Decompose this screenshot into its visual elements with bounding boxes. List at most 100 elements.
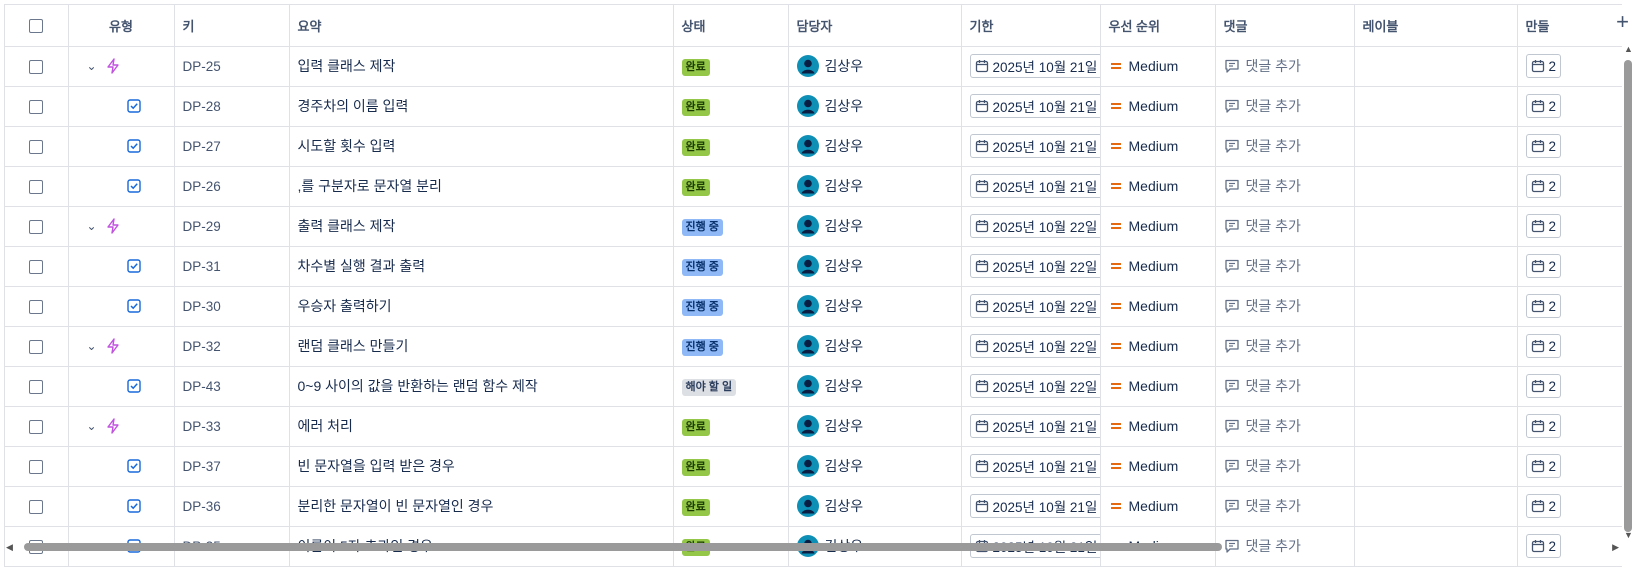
- priority-cell[interactable]: Medium: [1100, 286, 1216, 327]
- status-badge[interactable]: 진행 중: [681, 338, 723, 356]
- issue-summary[interactable]: 랜덤 클래스 만들기: [289, 326, 674, 367]
- row-checkbox[interactable]: [29, 100, 44, 115]
- status-badge[interactable]: 완료: [681, 418, 710, 436]
- assignee-cell[interactable]: 김상우: [788, 366, 962, 407]
- column-header-assignee[interactable]: 담당자: [788, 5, 962, 47]
- table-row[interactable]: DP-36 분리한 문자열이 빈 문자열인 경우 완료 김상우 2025년 10…: [5, 486, 1622, 527]
- table-row[interactable]: DP-43 0~9 사이의 값을 반환하는 랜덤 함수 제작 해야 할 일 김상…: [5, 366, 1622, 407]
- issue-summary[interactable]: 0~9 사이의 값을 반환하는 랜덤 함수 제작: [289, 366, 674, 407]
- due-date-cell[interactable]: 2025년 10월 21일: [961, 86, 1101, 127]
- created-cell[interactable]: 2: [1517, 326, 1622, 367]
- created-cell[interactable]: 2: [1517, 86, 1622, 127]
- table-row[interactable]: ⌄ DP-25 입력 클래스 제작 완료 김상우 2025년 10월 21일 M…: [5, 46, 1622, 87]
- labels-cell[interactable]: [1354, 366, 1518, 407]
- priority-cell[interactable]: Medium: [1100, 446, 1216, 487]
- labels-cell[interactable]: [1354, 486, 1518, 527]
- column-header-priority[interactable]: 우선 순위: [1100, 5, 1216, 47]
- issue-key[interactable]: DP-30: [174, 286, 290, 327]
- column-header-due[interactable]: 기한: [961, 5, 1101, 47]
- labels-cell[interactable]: [1354, 126, 1518, 167]
- assignee-cell[interactable]: 김상우: [788, 46, 962, 87]
- due-date-cell[interactable]: 2025년 10월 21일: [961, 486, 1101, 527]
- comment-cell[interactable]: 댓글 추가: [1215, 486, 1355, 527]
- labels-cell[interactable]: [1354, 326, 1518, 367]
- priority-cell[interactable]: Medium: [1100, 46, 1216, 87]
- issue-key[interactable]: DP-32: [174, 326, 290, 367]
- assignee-cell[interactable]: 김상우: [788, 86, 962, 127]
- column-header-summary[interactable]: 요약: [289, 5, 674, 47]
- comment-cell[interactable]: 댓글 추가: [1215, 366, 1355, 407]
- comment-cell[interactable]: 댓글 추가: [1215, 206, 1355, 247]
- issue-key[interactable]: DP-33: [174, 406, 290, 447]
- row-checkbox[interactable]: [29, 420, 44, 435]
- status-cell[interactable]: 완료: [673, 86, 789, 127]
- status-badge[interactable]: 완료: [681, 178, 710, 196]
- issue-summary[interactable]: 출력 클래스 제작: [289, 206, 674, 247]
- due-date-cell[interactable]: 2025년 10월 22일: [961, 206, 1101, 247]
- add-column-button[interactable]: +: [1616, 11, 1629, 33]
- priority-cell[interactable]: Medium: [1100, 326, 1216, 367]
- row-checkbox[interactable]: [29, 300, 44, 315]
- horizontal-scrollbar[interactable]: ◀ ▶: [4, 541, 1621, 553]
- comment-cell[interactable]: 댓글 추가: [1215, 246, 1355, 287]
- table-row[interactable]: DP-37 빈 문자열을 입력 받은 경우 완료 김상우 2025년 10월 2…: [5, 446, 1622, 487]
- priority-cell[interactable]: Medium: [1100, 246, 1216, 287]
- collapse-chevron-icon[interactable]: ⌄: [83, 59, 101, 73]
- comment-cell[interactable]: 댓글 추가: [1215, 286, 1355, 327]
- issue-summary[interactable]: 경주차의 이름 입력: [289, 86, 674, 127]
- table-row[interactable]: ⌄ DP-29 출력 클래스 제작 진행 중 김상우 2025년 10월 22일…: [5, 206, 1622, 247]
- created-cell[interactable]: 2: [1517, 446, 1622, 487]
- assignee-cell[interactable]: 김상우: [788, 446, 962, 487]
- status-badge[interactable]: 완료: [681, 98, 710, 116]
- select-all-checkbox[interactable]: [29, 19, 44, 34]
- priority-cell[interactable]: Medium: [1100, 366, 1216, 407]
- status-cell[interactable]: 완료: [673, 126, 789, 167]
- assignee-cell[interactable]: 김상우: [788, 326, 962, 367]
- due-date-cell[interactable]: 2025년 10월 22일: [961, 286, 1101, 327]
- issue-summary[interactable]: 차수별 실행 결과 출력: [289, 246, 674, 287]
- assignee-cell[interactable]: 김상우: [788, 126, 962, 167]
- issue-key[interactable]: DP-29: [174, 206, 290, 247]
- priority-cell[interactable]: Medium: [1100, 166, 1216, 207]
- labels-cell[interactable]: [1354, 166, 1518, 207]
- status-badge[interactable]: 진행 중: [681, 298, 723, 316]
- due-date-cell[interactable]: 2025년 10월 22일: [961, 366, 1101, 407]
- status-badge[interactable]: 완료: [681, 498, 710, 516]
- column-header-status[interactable]: 상태: [673, 5, 789, 47]
- column-header-created[interactable]: 만들: [1517, 5, 1622, 47]
- created-cell[interactable]: 2: [1517, 126, 1622, 167]
- comment-cell[interactable]: 댓글 추가: [1215, 126, 1355, 167]
- status-badge[interactable]: 완료: [681, 458, 710, 476]
- column-header-type[interactable]: 유형: [68, 5, 175, 47]
- priority-cell[interactable]: Medium: [1100, 406, 1216, 447]
- table-row[interactable]: ⌄ DP-32 랜덤 클래스 만들기 진행 중 김상우 2025년 10월 22…: [5, 326, 1622, 367]
- issue-summary[interactable]: 에러 처리: [289, 406, 674, 447]
- status-badge[interactable]: 진행 중: [681, 258, 723, 276]
- due-date-cell[interactable]: 2025년 10월 21일: [961, 126, 1101, 167]
- due-date-cell[interactable]: 2025년 10월 22일: [961, 326, 1101, 367]
- comment-cell[interactable]: 댓글 추가: [1215, 46, 1355, 87]
- due-date-cell[interactable]: 2025년 10월 21일: [961, 166, 1101, 207]
- issue-key[interactable]: DP-37: [174, 446, 290, 487]
- collapse-chevron-icon[interactable]: ⌄: [83, 419, 101, 433]
- comment-cell[interactable]: 댓글 추가: [1215, 166, 1355, 207]
- priority-cell[interactable]: Medium: [1100, 206, 1216, 247]
- due-date-cell[interactable]: 2025년 10월 21일: [961, 406, 1101, 447]
- vertical-scrollbar[interactable]: ▲ ▼: [1623, 44, 1633, 540]
- created-cell[interactable]: 2: [1517, 46, 1622, 87]
- labels-cell[interactable]: [1354, 86, 1518, 127]
- assignee-cell[interactable]: 김상우: [788, 286, 962, 327]
- row-checkbox[interactable]: [29, 140, 44, 155]
- priority-cell[interactable]: Medium: [1100, 86, 1216, 127]
- issue-key[interactable]: DP-36: [174, 486, 290, 527]
- issue-key[interactable]: DP-43: [174, 366, 290, 407]
- status-cell[interactable]: 진행 중: [673, 326, 789, 367]
- comment-cell[interactable]: 댓글 추가: [1215, 326, 1355, 367]
- labels-cell[interactable]: [1354, 46, 1518, 87]
- scroll-up-arrow-icon[interactable]: ▲: [1624, 44, 1633, 54]
- scroll-down-arrow-icon[interactable]: ▼: [1624, 530, 1633, 540]
- issue-key[interactable]: DP-28: [174, 86, 290, 127]
- status-cell[interactable]: 진행 중: [673, 206, 789, 247]
- assignee-cell[interactable]: 김상우: [788, 206, 962, 247]
- status-cell[interactable]: 완료: [673, 486, 789, 527]
